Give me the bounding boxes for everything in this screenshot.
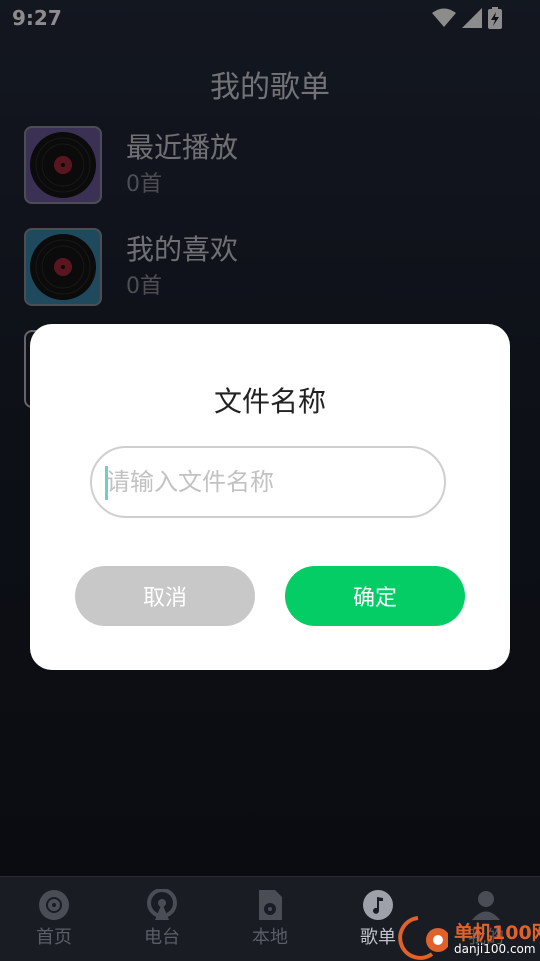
watermark-logo-icon xyxy=(398,916,448,960)
dialog-title: 文件名称 xyxy=(213,385,326,418)
nav-label: 首页 xyxy=(36,927,72,948)
local-file-icon xyxy=(259,890,282,920)
radio-tower-icon xyxy=(147,889,177,920)
disc-icon xyxy=(39,890,69,920)
watermark-subtext: danji100.com xyxy=(454,942,536,956)
nav-label: 本地 xyxy=(252,927,288,948)
watermark: 单机100网 danji100.com xyxy=(392,914,540,960)
watermark-text: 单机100网 xyxy=(454,922,540,944)
nav-label: 电台 xyxy=(144,927,180,948)
confirm-button[interactable]: 确定 xyxy=(285,566,465,626)
nav-local[interactable]: 本地 xyxy=(230,889,310,949)
music-note-icon xyxy=(363,890,393,920)
cancel-button[interactable]: 取消 xyxy=(75,566,255,626)
file-name-input[interactable] xyxy=(90,446,446,518)
text-caret xyxy=(105,466,108,500)
nav-home[interactable]: 首页 xyxy=(14,889,94,949)
file-name-dialog: 文件名称 取消 确定 xyxy=(30,324,510,670)
nav-radio[interactable]: 电台 xyxy=(122,889,202,949)
